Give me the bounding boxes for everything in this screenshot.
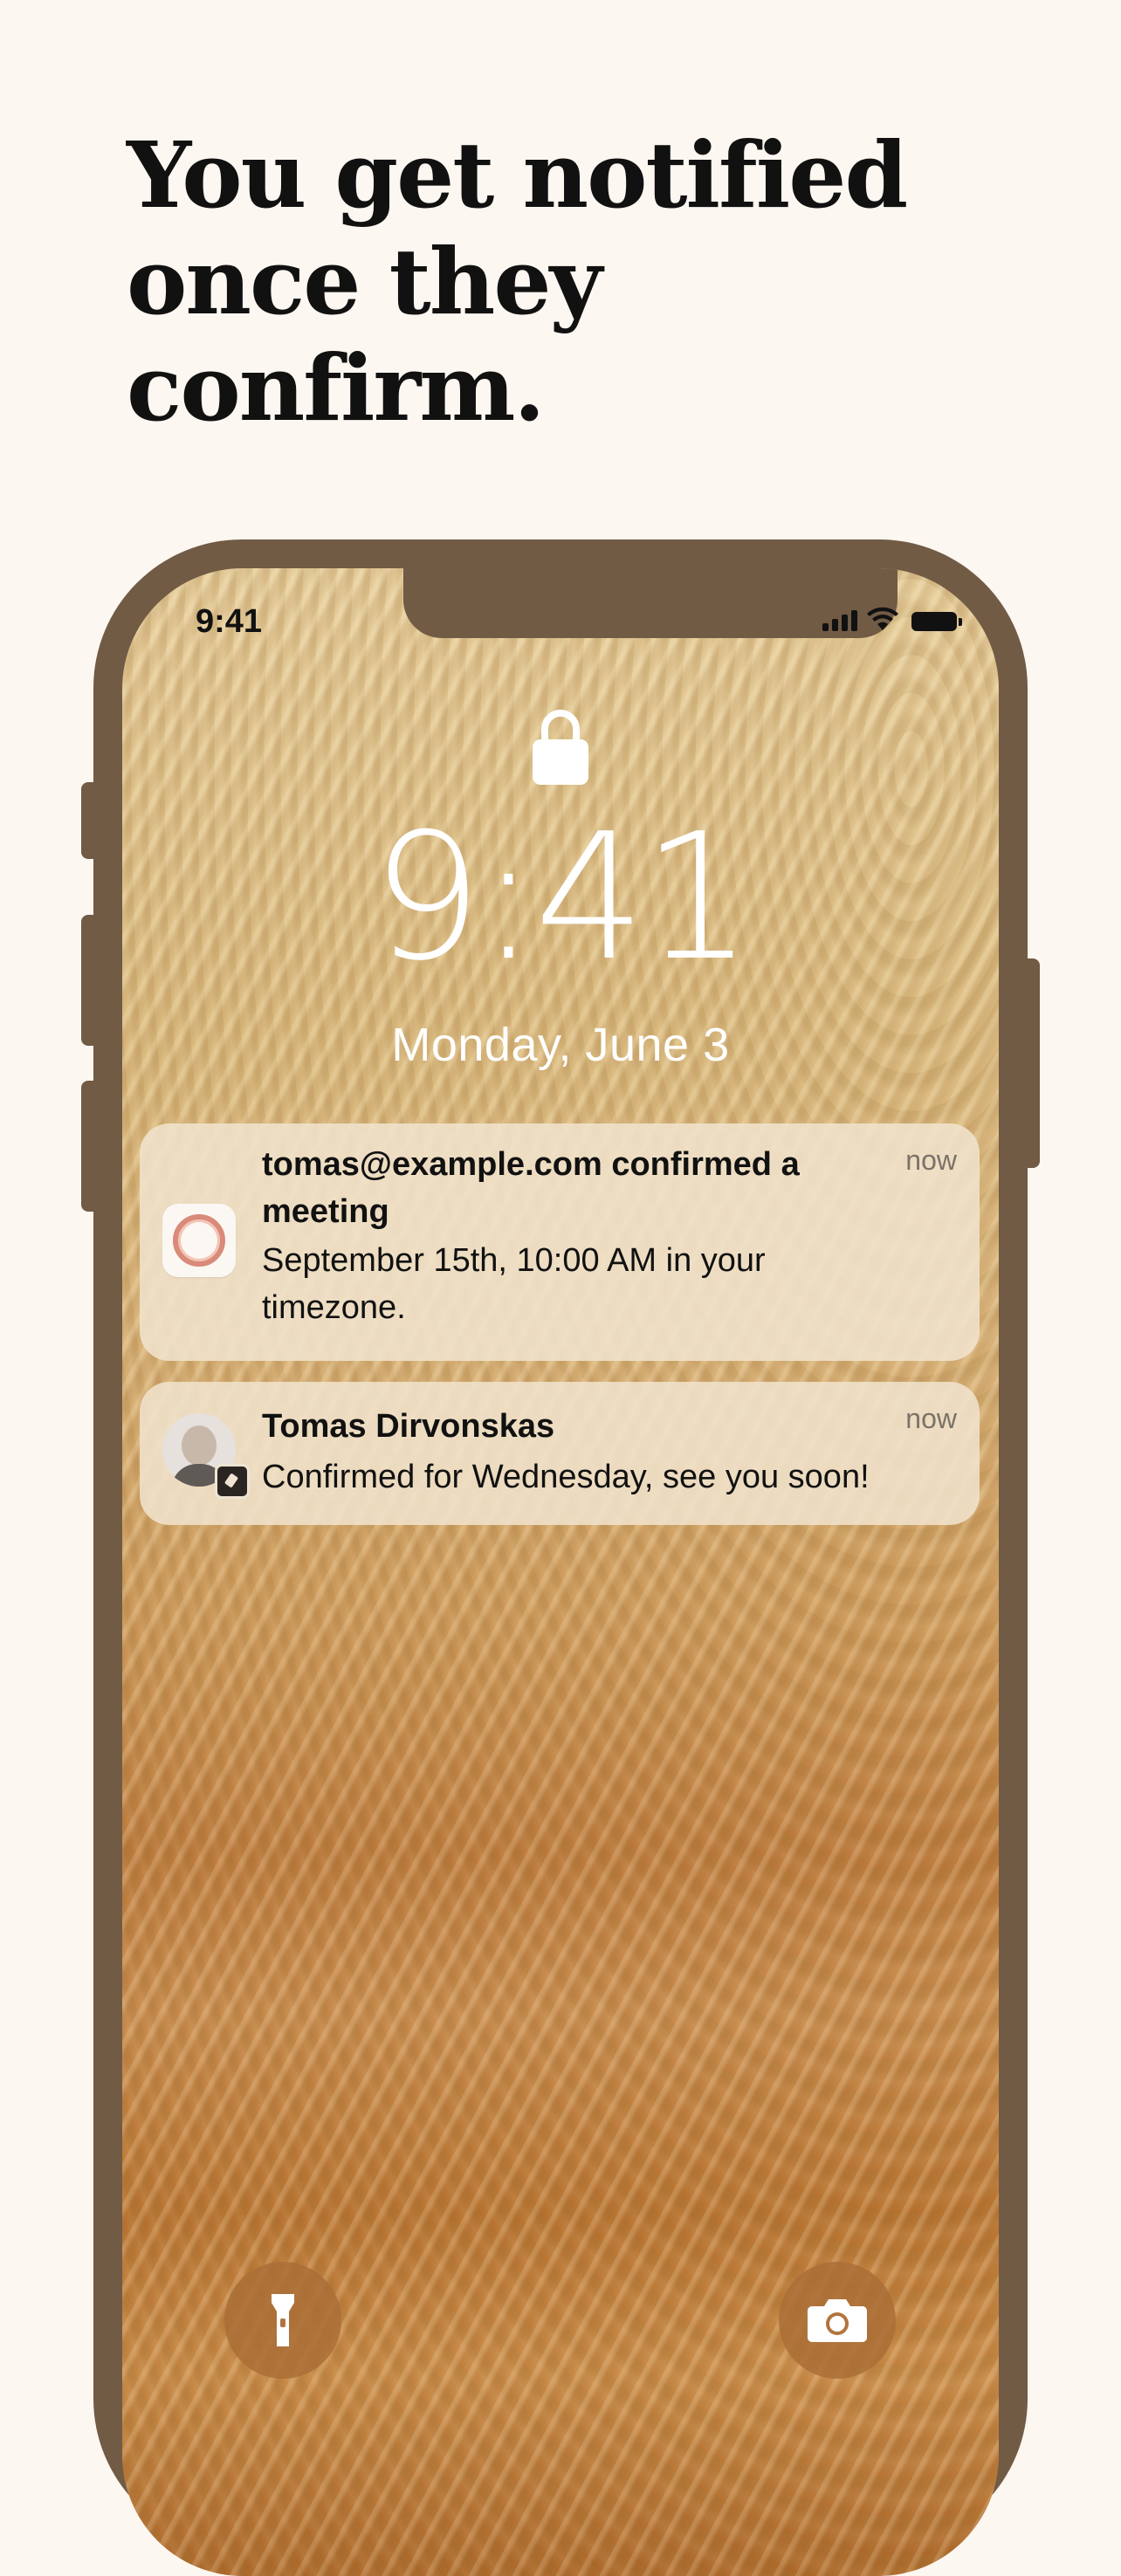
camera-button[interactable] — [779, 2262, 896, 2379]
notification-title: Tomas Dirvonskas — [262, 1408, 555, 1445]
headline: You get notified once they confirm. — [127, 122, 1043, 442]
notification-time: now — [905, 1144, 957, 1176]
notification-body: September 15th, 10:00 AM in your timezon… — [262, 1242, 766, 1326]
headline-line-1: You get notified — [127, 121, 908, 229]
camera-icon — [808, 2299, 867, 2342]
lock-screen: 9:41 9:41 Monday, June 3 tomas@example.c… — [122, 568, 999, 2576]
notification-meeting-confirmed[interactable]: tomas@example.com confirmed a meeting Se… — [140, 1123, 980, 1361]
meeting-app-icon — [162, 1204, 236, 1277]
wifi-icon — [867, 607, 898, 630]
volume-down-button — [81, 1081, 95, 1212]
mute-switch — [81, 782, 95, 859]
phone-frame: 9:41 9:41 Monday, June 3 tomas@example.c… — [81, 539, 1040, 2576]
side-button — [1026, 958, 1040, 1168]
headline-line-2: once they confirm. — [127, 228, 602, 442]
volume-up-button — [81, 915, 95, 1046]
app-badge-icon — [215, 1464, 250, 1499]
lock-screen-date: Monday, June 3 — [391, 1019, 730, 1071]
notification-body: Confirmed for Wednesday, see you soon! — [262, 1459, 870, 1495]
cellular-signal-icon — [822, 608, 857, 631]
flashlight-icon — [272, 2294, 294, 2346]
lock-screen-time: 9:41 — [371, 796, 753, 999]
notification-title: tomas@example.com confirmed a meeting — [262, 1146, 800, 1230]
status-bar-time: 9:41 — [196, 603, 263, 640]
notification-time: now — [905, 1403, 957, 1434]
notification-message[interactable]: Tomas Dirvonskas Confirmed for Wednesday… — [140, 1382, 980, 1525]
lock-icon — [533, 710, 588, 785]
flashlight-button[interactable] — [224, 2262, 341, 2379]
status-bar-icons — [822, 607, 962, 631]
battery-icon — [911, 612, 962, 631]
